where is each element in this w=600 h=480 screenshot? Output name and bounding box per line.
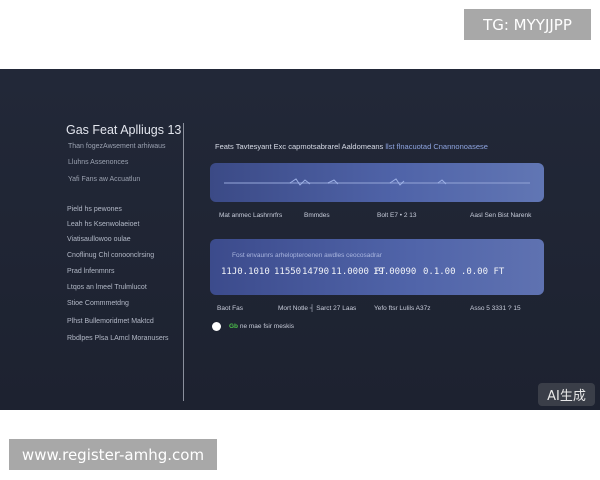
main-heading-highlight: llst flnacuotad Cnannonoasese (385, 142, 488, 151)
app-panel: Gas Feat Aplliugs 13 Than fogezAwsement … (0, 69, 600, 410)
sidebar-divider (183, 123, 184, 401)
value-label: Asso 5 3331 ? 15 (470, 305, 521, 312)
main-heading-text: Feats Tavtesyant Exc capmotsabrarel Aald… (215, 142, 384, 151)
sidebar-subtitle: Yafi Fans aw Accuatlun (68, 176, 141, 183)
app-title: Gas Feat Aplliugs 13 (66, 123, 182, 137)
waveform-card (210, 163, 544, 202)
value-readout: 14790 (302, 267, 330, 277)
sidebar-item[interactable]: Prad lnfenmnrs (67, 268, 114, 275)
waveform-graphic (224, 178, 530, 186)
watermark-bottom: www.register-amhg.com (9, 439, 217, 470)
toggle-label: Gb ne mae fsir meskis (229, 323, 294, 330)
sidebar: Gas Feat Aplliugs 13 Than fogezAwsement … (0, 69, 184, 410)
ai-generated-badge: AI生成 (538, 383, 595, 406)
value-label: Mort Notle ┤ Sarct 27 Laas (278, 305, 357, 312)
sidebar-item[interactable]: Viatisaullowoo oulae (67, 236, 131, 243)
sidebar-subtitle: Than fogezAwsement arhiwaus (68, 143, 166, 150)
sidebar-item[interactable]: Stioe Commmetdng (67, 300, 129, 307)
wave-label: Mat anmec Lashrnrfrs (219, 212, 283, 219)
watermark-top: TG: MYYJJPP (464, 9, 591, 40)
value-readout: 0.1.00 .0.00 FT (423, 267, 505, 277)
values-caption: Fost envaunrs arhelopteroenen awdles ceo… (232, 252, 382, 259)
sidebar-item[interactable]: Pield hs pewones (67, 206, 122, 213)
wave-label: Bolt E7 • 2 13 (377, 212, 417, 219)
toggle-accent: Gb (229, 323, 239, 330)
sidebar-item[interactable]: Cnoflinug Chl conoonclrsing (67, 252, 154, 259)
value-label: Baot Fas (217, 305, 244, 312)
sidebar-item[interactable]: Rbdlpes Plsa LAmcl Moranusers (67, 335, 169, 342)
sidebar-item[interactable]: Plhst Bullemoridmet Maktcd (67, 318, 154, 325)
toggle-text: ne mae fsir meskis (239, 323, 295, 330)
value-label: Yefo ftsr Lulils A37z (374, 305, 431, 312)
main-heading: Feats Tavtesyant Exc capmotsabrarel Aald… (215, 142, 488, 151)
wave-label: Aasl Sen Bist Narenk (470, 212, 532, 219)
values-card: Fost envaunrs arhelopteroenen awdles ceo… (210, 239, 544, 295)
sidebar-subtitle: Lluhns Assenonces (68, 159, 129, 166)
toggle-indicator[interactable] (212, 322, 221, 331)
wave-label: Bmmdes (304, 212, 330, 219)
sidebar-item[interactable]: Leah hs Ksenwolaeioet (67, 221, 139, 228)
value-readout: 11550 (274, 267, 302, 277)
sidebar-item[interactable]: Ltqos an lmeel Trulmlucot (67, 284, 147, 291)
value-readout: 11J0.1010 (221, 267, 270, 277)
value-readout: 19.00090 (373, 267, 417, 277)
